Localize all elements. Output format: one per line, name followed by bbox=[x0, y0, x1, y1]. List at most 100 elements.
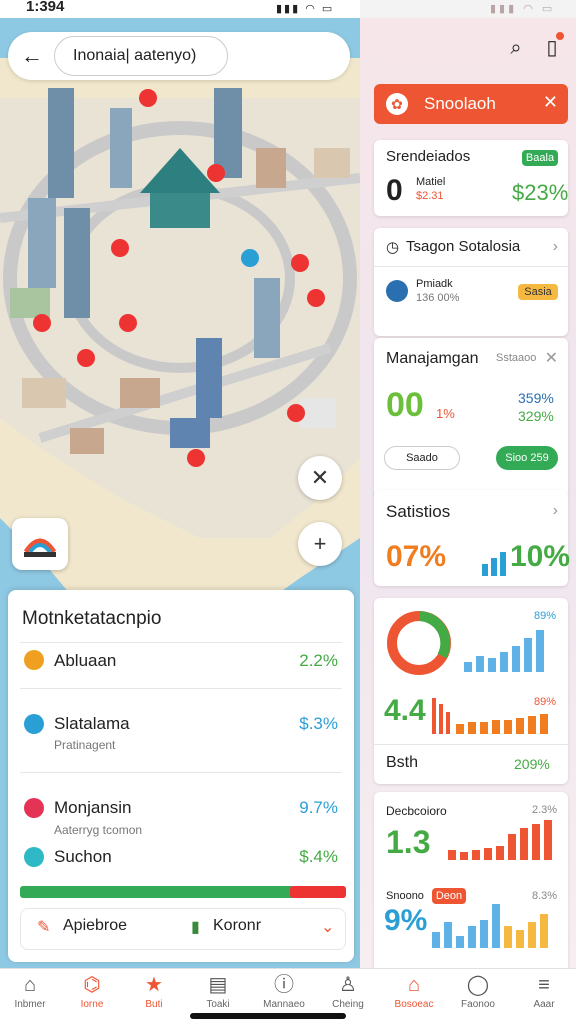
nav-item-menu[interactable]: ≡ Aaar bbox=[514, 973, 574, 1010]
card-big-value: 4.4 bbox=[384, 694, 426, 727]
zoom-in-button[interactable]: + bbox=[298, 522, 342, 566]
mini-bar-chart bbox=[482, 552, 506, 576]
progress-overflow bbox=[290, 886, 346, 898]
nav-item-star[interactable]: ★ Buti bbox=[124, 973, 184, 1010]
card-big-value: 00 bbox=[386, 386, 424, 424]
layer-thumbnail-button[interactable] bbox=[12, 518, 68, 570]
primary-button[interactable]: Sioo 259 bbox=[496, 446, 558, 470]
divider bbox=[20, 688, 342, 689]
row-value: $.4% bbox=[299, 847, 338, 866]
alert-banner[interactable]: ✿ Snoolaoh ✕ bbox=[374, 84, 568, 124]
footer-right-label[interactable]: Koronr bbox=[213, 917, 261, 935]
card-line2: 136 00% bbox=[416, 292, 460, 304]
divider bbox=[374, 266, 568, 267]
close-map-button[interactable]: ✕ bbox=[298, 456, 342, 500]
status-badge: Baala bbox=[522, 150, 558, 166]
sheet-title: Motnketatacnpio bbox=[22, 608, 162, 629]
doc-icon: ▤ bbox=[208, 974, 228, 996]
chevron-right-icon: › bbox=[552, 238, 558, 255]
user-icon: ♙ bbox=[339, 974, 357, 996]
card-title: Srendeiados bbox=[386, 148, 471, 165]
home-indicator bbox=[190, 1013, 346, 1019]
chart-pct: 89% bbox=[534, 610, 557, 622]
divider bbox=[20, 642, 342, 643]
back-arrow-icon[interactable]: ← bbox=[18, 42, 46, 70]
row-value: 2.2% bbox=[299, 651, 338, 670]
row-sublabel: Pratinagent bbox=[54, 738, 116, 752]
summary-card[interactable]: Srendeiados Baala 0 Matiel $2.31 $23% bbox=[374, 140, 568, 216]
clock-icon: ◷ bbox=[386, 239, 400, 256]
nav-item-doc[interactable]: ▤ Toaki bbox=[188, 973, 248, 1010]
chevron-down-icon[interactable]: ⌄ bbox=[321, 917, 334, 937]
donut-chart bbox=[387, 611, 451, 675]
nav-item-chat[interactable]: ◯ Faonoo bbox=[448, 973, 508, 1010]
row-status-dot bbox=[24, 714, 44, 734]
info-card[interactable]: Tsagon Sotalosia ◷ › Pmiadk 136 00% Sasi… bbox=[374, 228, 568, 336]
card-subtitle: Snoono bbox=[386, 890, 424, 902]
tag-icon: ⌂ bbox=[407, 974, 421, 996]
signal-wifi-battery-icons-right: ▮▮▮ ◠ ▭ bbox=[490, 3, 556, 15]
card-title: Satistios bbox=[386, 502, 451, 521]
card-pct2: 8.3% bbox=[532, 890, 558, 902]
progress-fill bbox=[20, 886, 294, 898]
chart-caption: Bsth bbox=[386, 754, 419, 771]
red-bar-chart bbox=[432, 698, 548, 734]
menu-icon: ≡ bbox=[538, 974, 550, 996]
plus-icon: + bbox=[313, 531, 327, 556]
sheet-footer: ✎ Apiebroe ▮ Koronr ⌄ bbox=[20, 908, 346, 950]
row-value: $.3% bbox=[299, 714, 338, 733]
nav-item-home[interactable]: ⌂ Inbmer bbox=[0, 973, 60, 1010]
divider bbox=[374, 744, 568, 745]
management-card[interactable]: Manajamgan Sstaaoo ✕ 00 1% 359% 329% Saa… bbox=[374, 338, 568, 498]
info-icon: ⓘ bbox=[274, 974, 294, 996]
status-bar-right: ▮▮▮ ◠ ▭ bbox=[360, 0, 576, 18]
right-panel: ⌕ ▯ ✿ Snoolaoh ✕ Srendeiados Baala 0 Mat… bbox=[360, 18, 576, 976]
card-title: Manajamgan bbox=[386, 350, 479, 367]
star-icon: ★ bbox=[145, 974, 163, 996]
search-icon[interactable]: ⌕ bbox=[504, 36, 528, 60]
card-line1: Matiel bbox=[416, 176, 446, 188]
chat-icon: ◯ bbox=[466, 974, 490, 996]
status-bar: 1:394 ▮▮▮ ◠ ▭ bbox=[0, 0, 360, 18]
card-big-value: 1.3 bbox=[386, 824, 431, 860]
bookmark-icon: ▮ bbox=[191, 919, 200, 936]
nav-item-info[interactable]: ⓘ Mannaeo bbox=[254, 973, 314, 1010]
bank-icon: ⌬ bbox=[83, 974, 101, 996]
search-input[interactable]: Inonaia| aatenyo) bbox=[54, 36, 228, 76]
nav-item-tag[interactable]: ⌂ Bosoeac bbox=[384, 973, 444, 1010]
stats-sheet: Motnketatacnpio Abluaan 2.2% Slatalama P… bbox=[8, 590, 354, 962]
status-badge: Deon bbox=[432, 888, 466, 904]
progress-bar bbox=[20, 886, 346, 898]
chevron-right-icon[interactable]: › bbox=[553, 502, 558, 520]
card-pct: 1% bbox=[436, 406, 455, 421]
row-label: Suchon bbox=[54, 847, 112, 866]
blue-bar-chart bbox=[464, 630, 544, 672]
nav-item-bank[interactable]: ⌬ Iorne bbox=[62, 973, 122, 1010]
status-time: 1:394 bbox=[26, 0, 65, 15]
card-big-value: 0 bbox=[386, 174, 403, 207]
footer-left-label[interactable]: Apiebroe bbox=[63, 917, 127, 935]
close-icon[interactable]: ✕ bbox=[543, 92, 558, 113]
secondary-button[interactable]: Saado bbox=[384, 446, 460, 470]
row-status-dot bbox=[24, 798, 44, 818]
chart-card[interactable]: 89% 89% 4.4 Bsth 209% bbox=[374, 598, 568, 784]
nav-item-user[interactable]: ♙ Cheing bbox=[318, 973, 378, 1010]
card-pct: 2.3% bbox=[532, 804, 558, 816]
card-value: 10% bbox=[510, 540, 571, 573]
card-line1: Pmiadk bbox=[416, 278, 453, 290]
fire-icon: ✎ bbox=[37, 919, 51, 936]
home-icon: ⌂ bbox=[23, 974, 37, 996]
layers-icon bbox=[23, 538, 57, 557]
row-label: Monjansin bbox=[54, 798, 132, 817]
card-big-value: 07% bbox=[386, 540, 447, 573]
chart-caption-value: 209% bbox=[514, 756, 550, 772]
close-icon: ✕ bbox=[310, 465, 330, 490]
card-line2: $2.31 bbox=[416, 190, 444, 202]
row-value: 9.7% bbox=[299, 798, 338, 817]
decline-card[interactable]: Decbcoioro 2.3% 1.3 Snoono Deon 8.3% 9% bbox=[374, 792, 568, 976]
card-value: $23% bbox=[512, 180, 569, 205]
close-icon[interactable]: ✕ bbox=[545, 348, 558, 368]
statistics-card[interactable]: Satistios › 07% 10% bbox=[374, 490, 571, 586]
notification-dot bbox=[556, 32, 564, 40]
card-big-value-2: 9% bbox=[384, 904, 428, 937]
